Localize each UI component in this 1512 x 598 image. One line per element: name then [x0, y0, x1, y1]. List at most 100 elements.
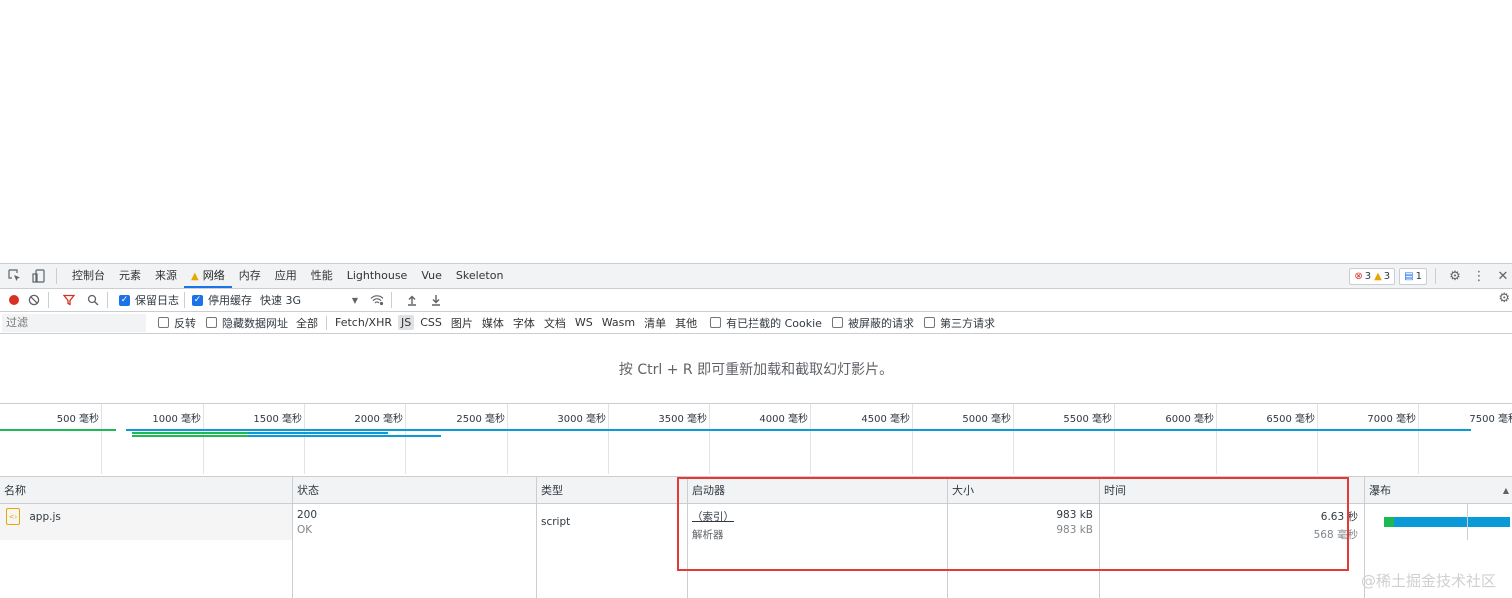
status-code: 200	[297, 509, 318, 521]
hide-data-urls-checkbox[interactable]: 隐藏数据网址	[206, 315, 288, 331]
third-party-checkbox[interactable]: 第三方请求	[923, 315, 995, 331]
blocked-cookies-label: 有已拦截的 Cookie	[726, 316, 822, 330]
network-overview[interactable]: 500 毫秒 1000 毫秒 1500 毫秒 2000 毫秒 2500 毫秒 3000 毫…	[0, 404, 1512, 477]
device-toolbar-icon[interactable]	[30, 267, 48, 285]
filter-icon[interactable]	[60, 291, 78, 309]
settings-gear-icon[interactable]: ⚙	[1446, 267, 1464, 285]
cell-waterfall	[1365, 504, 1512, 540]
tab-1[interactable]: 元素	[112, 264, 148, 288]
type-filter-3[interactable]: CSS	[417, 315, 445, 330]
filter-bar: 反转 隐藏数据网址 全部 Fetch/XHRJSCSS图片媒体字体文档WSWasm…	[0, 312, 1512, 334]
tab-0[interactable]: 控制台	[65, 264, 112, 288]
empty-cell	[948, 540, 1100, 598]
warning-icon: ▲	[1374, 270, 1382, 282]
search-icon[interactable]	[84, 291, 102, 309]
overview-gridline	[810, 404, 811, 474]
overview-tick-label: 3500 毫秒	[658, 414, 707, 425]
filter-input[interactable]	[2, 313, 146, 332]
type-filter-1[interactable]: Fetch/XHR	[332, 315, 395, 330]
type-filter-0[interactable]: 全部	[293, 314, 321, 332]
overview-gridline	[709, 404, 710, 474]
tab-5[interactable]: 应用	[268, 264, 304, 288]
overview-tick-label: 2000 毫秒	[354, 414, 403, 425]
invert-label: 反转	[174, 316, 196, 330]
type-filter-4[interactable]: 图片	[448, 314, 476, 332]
overview-green-bar	[132, 432, 248, 434]
type-filter-5[interactable]: 媒体	[479, 314, 507, 332]
invert-checkbox[interactable]: 反转	[158, 315, 196, 331]
inspect-element-icon[interactable]	[6, 267, 24, 285]
issues-counter[interactable]: ⊗ 3 ▲ 3	[1349, 267, 1396, 285]
tab-4[interactable]: 内存	[232, 264, 268, 288]
checkbox-unchecked-icon	[206, 317, 217, 328]
disable-cache-checkbox[interactable]: ✓ 停用缓存	[192, 292, 252, 308]
network-settings-gear-icon[interactable]: ⚙	[1498, 291, 1510, 306]
column-header-size[interactable]: 大小	[948, 477, 1100, 504]
type-filter-7[interactable]: 文档	[541, 314, 569, 332]
watermark: @稀土掘金技术社区	[1360, 572, 1496, 590]
overview-ticks: 500 毫秒 1000 毫秒 1500 毫秒 2000 毫秒 2500 毫秒 3000 毫…	[0, 404, 1512, 474]
checkbox-unchecked-icon	[710, 317, 722, 328]
request-name: app.js	[29, 511, 61, 523]
close-devtools-icon[interactable]: ✕	[1494, 267, 1512, 285]
tab-2[interactable]: 来源	[148, 264, 184, 288]
disable-cache-label: 停用缓存	[208, 294, 252, 307]
tab-label: Lighthouse	[346, 269, 408, 282]
tab-label: 应用	[274, 269, 297, 282]
overview-green-bar	[132, 435, 248, 437]
tab-8[interactable]: Vue	[414, 264, 449, 288]
column-header-type[interactable]: 类型	[537, 477, 688, 504]
initiator-link[interactable]: （索引）	[692, 509, 943, 524]
overview-tick-label: 1500 毫秒	[253, 414, 302, 425]
cell-initiator: （索引） 解析器	[688, 504, 948, 541]
waterfall-gridline	[1467, 504, 1468, 540]
tab-7[interactable]: Lighthouse	[340, 264, 415, 288]
third-party-label: 第三方请求	[939, 316, 995, 330]
tab-3[interactable]: ▲ 网络	[184, 264, 232, 288]
cell-name[interactable]: <› app.js	[0, 504, 293, 540]
tab-9[interactable]: Skeleton	[449, 264, 511, 288]
type-filter-6[interactable]: 字体	[510, 314, 538, 332]
column-header-time[interactable]: 时间	[1100, 477, 1365, 504]
sort-ascending-icon: ▲	[1502, 486, 1509, 495]
checkbox-unchecked-icon	[158, 317, 169, 328]
type-filter-2[interactable]: JS	[397, 315, 415, 330]
overview-blue-bar	[248, 435, 441, 437]
tabbar-right-divider	[1435, 268, 1436, 284]
blocked-requests-label: 被屏蔽的请求	[847, 316, 914, 330]
type-filter-11[interactable]: 其他	[672, 314, 700, 332]
network-conditions-icon[interactable]	[368, 291, 386, 309]
column-header-initiator[interactable]: 启动器	[688, 477, 948, 504]
type-filter-8[interactable]: WS	[572, 315, 596, 330]
blocked-requests-checkbox[interactable]: 被屏蔽的请求	[831, 315, 914, 331]
messages-counter[interactable]: ▤ 1	[1399, 267, 1427, 285]
column-header-status[interactable]: 状态	[293, 477, 537, 504]
overview-gridline	[101, 404, 102, 474]
more-options-icon[interactable]: ⋮	[1470, 267, 1488, 285]
record-button[interactable]	[9, 295, 19, 305]
tab-label: Skeleton	[455, 269, 504, 282]
overview-gridline	[912, 404, 913, 474]
blocked-cookies-checkbox[interactable]: 有已拦截的 Cookie	[710, 315, 822, 331]
overview-gridline	[507, 404, 508, 474]
overview-gridline	[304, 404, 305, 474]
column-header-name[interactable]: 名称	[0, 477, 293, 504]
table-row[interactable]: <› app.js 200 OK script （索引） 解析器 983 kB …	[0, 504, 1512, 541]
cell-type: script	[537, 504, 688, 540]
table-header: 名称 状态 类型 启动器 大小 时间 瀑布 ▲	[0, 477, 1512, 504]
type-filter-9[interactable]: Wasm	[599, 315, 638, 330]
overview-gridline	[405, 404, 406, 474]
throttling-select[interactable]: 快速 3G ▼	[260, 292, 358, 308]
export-har-icon[interactable]	[427, 291, 445, 309]
preserve-log-checkbox[interactable]: ✓ 保留日志	[119, 292, 179, 308]
overview-tick-label: 6500 毫秒	[1266, 414, 1315, 425]
cell-status: 200 OK	[293, 504, 537, 540]
overview-tick-label: 6000 毫秒	[1165, 414, 1214, 425]
import-har-icon[interactable]	[403, 291, 421, 309]
clear-icon[interactable]	[25, 291, 43, 309]
tab-6[interactable]: 性能	[304, 264, 340, 288]
column-header-waterfall[interactable]: 瀑布 ▲	[1365, 477, 1512, 504]
waterfall-waiting-bar	[1384, 517, 1394, 527]
overview-tick-label: 7000 毫秒	[1367, 414, 1416, 425]
type-filter-10[interactable]: 清单	[641, 314, 669, 332]
